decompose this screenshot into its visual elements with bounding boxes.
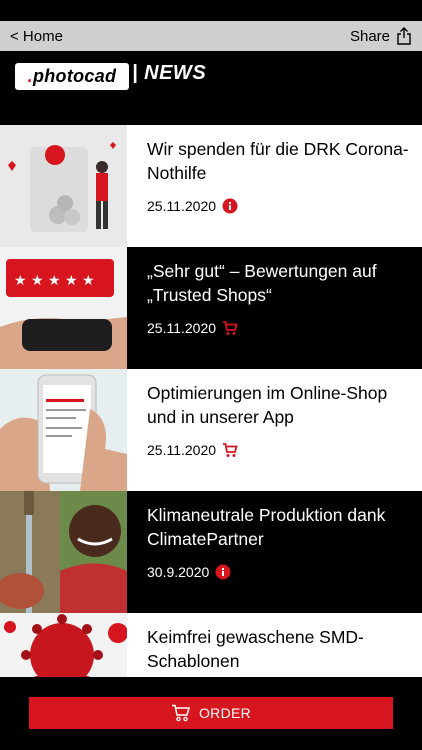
page-title: | NEWS	[132, 62, 207, 84]
news-meta: 25.11.2020	[147, 198, 238, 214]
news-item[interactable]: Keimfrei gewaschene SMD-Schablonen	[0, 613, 422, 677]
info-icon	[222, 198, 238, 214]
cart-icon	[223, 321, 238, 335]
navigation-bar: < Home Share	[0, 21, 422, 51]
news-title: „Sehr gut“ – Bewertungen auf „Trusted Sh…	[147, 261, 377, 305]
share-icon	[397, 27, 411, 45]
news-item[interactable]: Optimierungen im Online-Shop und in unse…	[0, 369, 422, 491]
share-button[interactable]: Share	[350, 27, 412, 45]
news-date: 25.11.2020	[147, 442, 217, 458]
order-button[interactable]: ORDER	[29, 697, 393, 729]
news-thumbnail	[0, 613, 127, 677]
back-button[interactable]: < Home	[10, 28, 63, 45]
news-meta: 25.11.2020	[147, 320, 238, 336]
news-date: 25.11.2020	[147, 198, 217, 214]
news-title: Wir spenden für die DRK Corona-Nothilfe	[147, 139, 409, 183]
news-date: 25.11.2020	[147, 320, 217, 336]
cart-icon	[171, 704, 190, 722]
news-thumbnail	[0, 125, 127, 247]
order-label: ORDER	[198, 705, 252, 721]
status-bar	[0, 0, 422, 21]
photocad-logo: .photocad	[15, 63, 129, 90]
news-thumbnail	[0, 491, 127, 613]
news-list: Wir spenden für die DRK Corona-Nothilfe …	[0, 125, 422, 677]
news-meta: 25.11.2020	[147, 442, 238, 458]
info-icon	[215, 564, 231, 580]
news-item[interactable]: ★ ★ ★ ★ ★ „Sehr gut“ – Bewertungen auf „…	[0, 247, 422, 369]
cart-icon	[223, 443, 238, 457]
news-thumbnail: ★ ★ ★ ★ ★	[0, 247, 127, 369]
news-title: Klimaneutrale Produktion dank ClimatePar…	[147, 505, 386, 549]
news-item[interactable]: Klimaneutrale Produktion dank ClimatePar…	[0, 491, 422, 613]
svg-text:★ ★ ★ ★ ★: ★ ★ ★ ★ ★	[14, 273, 95, 289]
news-thumbnail	[0, 369, 127, 491]
news-meta: 30.9.2020	[147, 564, 231, 580]
news-date: 30.9.2020	[147, 564, 210, 580]
news-item[interactable]: Wir spenden für die DRK Corona-Nothilfe …	[0, 125, 422, 247]
share-label: Share	[349, 27, 390, 45]
news-title: Keimfrei gewaschene SMD-Schablonen	[147, 627, 364, 671]
news-title: Optimierungen im Online-Shop und in unse…	[147, 383, 388, 427]
